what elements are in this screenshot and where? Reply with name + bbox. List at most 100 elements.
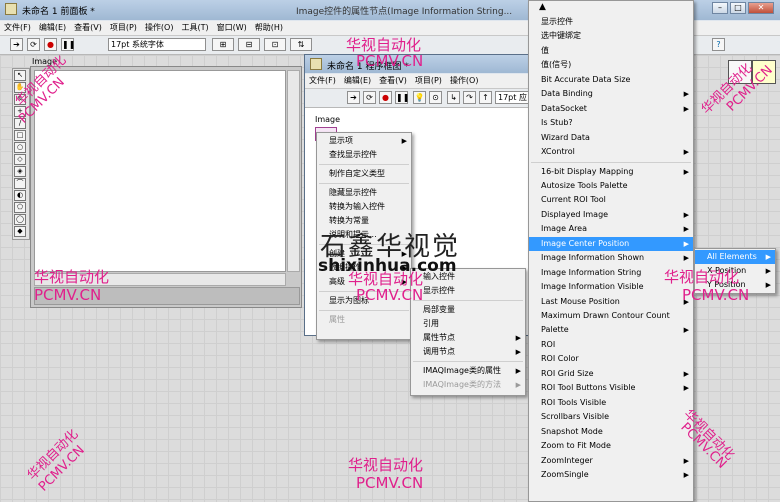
menu-item[interactable]: IMAQImage类的属性 ▶ xyxy=(411,364,525,378)
tool-palette-button[interactable]: □ xyxy=(14,130,26,141)
menu-item[interactable]: 操作(O) xyxy=(141,21,178,33)
menu-item[interactable]: 窗口(W) xyxy=(213,21,251,33)
menu-item[interactable]: Image Information Shown ▶ xyxy=(529,251,693,265)
menu-item[interactable]: ZoomSingle ▶ xyxy=(529,468,693,482)
menu-item[interactable]: Snapshot Mode xyxy=(529,425,693,439)
menu-item[interactable]: Wizard Data xyxy=(529,131,693,145)
menu-item[interactable]: 查看(V) xyxy=(375,74,411,86)
menu-item[interactable]: 项目(P) xyxy=(106,21,141,33)
menu-item[interactable]: XControl ▶ xyxy=(529,145,693,159)
font-select[interactable]: 17pt 系统字体 xyxy=(108,38,206,51)
vertical-scrollbar[interactable] xyxy=(287,70,300,272)
bd-run-continuously-icon[interactable]: ⟳ xyxy=(363,91,376,104)
run-arrow-icon[interactable]: ➔ xyxy=(10,38,23,51)
tool-palette-button[interactable]: ○ xyxy=(14,142,26,153)
minimize-button[interactable]: – xyxy=(712,2,728,14)
menu-item[interactable]: Zoom to Fit Mode xyxy=(529,439,693,453)
step-out-icon[interactable]: ↑ xyxy=(479,91,492,104)
menu-item[interactable]: 项目(P) xyxy=(411,74,446,86)
menu-item[interactable]: 值 xyxy=(529,44,693,58)
close-button[interactable]: ✕ xyxy=(748,2,774,14)
menu-item[interactable]: Current ROI Tool xyxy=(529,193,693,207)
scroll-up-arrow-icon[interactable]: ▲ xyxy=(539,2,546,12)
menu-separator xyxy=(319,183,409,184)
watermark-cn: 华视自动化 xyxy=(664,268,740,286)
pause-icon[interactable]: ❚❚ xyxy=(61,38,75,51)
tool-palette-button[interactable]: ◈ xyxy=(14,166,26,177)
menu-item[interactable]: Displayed Image ▶ xyxy=(529,208,693,222)
menu-item[interactable]: 调用节点 ▶ xyxy=(411,345,525,359)
tool-palette-button[interactable]: ◐ xyxy=(14,190,26,201)
menu-item[interactable]: 编辑(E) xyxy=(340,74,375,86)
bd-abort-icon[interactable]: ● xyxy=(379,91,392,104)
bd-pause-icon[interactable]: ❚❚ xyxy=(395,91,409,104)
block-diagram-title-bar[interactable]: 未命名 1 程序框图 * xyxy=(305,55,543,73)
menu-item[interactable]: Autosize Tools Palette xyxy=(529,179,693,193)
menu-item-label: Bit Accurate Data Size xyxy=(541,74,631,84)
menu-item[interactable]: 操作(O) xyxy=(446,74,483,86)
distribute-objects-icon[interactable]: ⊟ xyxy=(238,38,260,51)
menu-item[interactable]: Is Stub? xyxy=(529,116,693,130)
menu-item[interactable]: 隐藏显示控件 xyxy=(317,186,411,200)
menu-separator xyxy=(413,361,523,362)
menu-item[interactable]: 引用 xyxy=(411,317,525,331)
menu-item[interactable]: 显示控件 xyxy=(411,284,525,298)
menu-item[interactable]: 选中键绑定 xyxy=(529,29,693,43)
align-objects-icon[interactable]: ⊞ xyxy=(212,38,234,51)
menu-item[interactable]: Bit Accurate Data Size xyxy=(529,73,693,87)
highlight-execution-icon[interactable]: 💡 xyxy=(413,91,426,104)
retain-wire-values-icon[interactable]: ⊙ xyxy=(429,91,442,104)
menu-item[interactable]: 查找显示控件 xyxy=(317,148,411,162)
menu-item[interactable]: 属性 xyxy=(317,313,411,327)
menu-item[interactable]: 文件(F) xyxy=(305,74,340,86)
bd-run-arrow-icon[interactable]: ➔ xyxy=(347,91,360,104)
help-icon[interactable]: ? xyxy=(712,38,725,51)
menu-item-label: 显示控件 xyxy=(423,286,455,295)
run-continuously-icon[interactable]: ⟳ xyxy=(27,38,40,51)
menu-item[interactable]: 制作自定义类型 xyxy=(317,167,411,181)
menu-item-label: 调用节点 xyxy=(423,347,455,356)
menu-item[interactable]: 显示项 ▶ xyxy=(317,134,411,148)
step-over-icon[interactable]: ↷ xyxy=(463,91,476,104)
menu-item[interactable]: ROI Color xyxy=(529,352,693,366)
menu-item[interactable]: ROI Grid Size ▶ xyxy=(529,367,693,381)
menu-item[interactable]: ROI xyxy=(529,338,693,352)
menu-item[interactable]: 16-bit Display Mapping ▶ xyxy=(529,165,693,179)
menu-item[interactable]: 查看(V) xyxy=(70,21,106,33)
tool-palette-button[interactable]: ⌒ xyxy=(14,178,26,189)
reorder-icon[interactable]: ⇅ xyxy=(290,38,312,51)
menu-item[interactable]: Image Center Position ▶ xyxy=(529,236,693,251)
menu-item[interactable]: Maximum Drawn Contour Count xyxy=(529,309,693,323)
menu-item[interactable]: ZoomInteger ▶ xyxy=(529,454,693,468)
tool-palette-button[interactable]: ◯ xyxy=(14,214,26,225)
menu-item[interactable]: 工具(T) xyxy=(177,21,212,33)
menu-item[interactable]: ROI Tools Visible xyxy=(529,396,693,410)
tool-palette-button[interactable]: ◇ xyxy=(14,154,26,165)
image-display-viewport[interactable] xyxy=(34,70,286,272)
menu-item[interactable]: 帮助(H) xyxy=(251,21,287,33)
menu-item[interactable]: Last Mouse Position ▶ xyxy=(529,295,693,309)
resize-objects-icon[interactable]: ⊡ xyxy=(264,38,286,51)
menu-item[interactable]: 值(信号) xyxy=(529,58,693,72)
step-into-icon[interactable]: ↳ xyxy=(447,91,460,104)
menu-item[interactable]: ROI Tool Buttons Visible ▶ xyxy=(529,381,693,395)
tool-palette-button[interactable]: ⬠ xyxy=(14,202,26,213)
window-title: 未命名 1 前面板 * xyxy=(22,7,95,17)
menu-item[interactable]: Data Binding ▶ xyxy=(529,87,693,101)
menu-item[interactable]: Palette ▶ xyxy=(529,323,693,337)
menu-item[interactable]: Scrollbars Visible xyxy=(529,410,693,424)
menu-item[interactable]: 显示控件 xyxy=(529,15,693,29)
menu-item[interactable]: Image Area ▶ xyxy=(529,222,693,236)
menu-item[interactable]: 局部变量 xyxy=(411,303,525,317)
menu-item[interactable]: 编辑(E) xyxy=(35,21,70,33)
maximize-button[interactable]: □ xyxy=(730,2,746,14)
tool-palette-button[interactable]: ↖ xyxy=(14,70,26,81)
menu-item[interactable]: IMAQImage类的方法 ▶ xyxy=(411,378,525,392)
menu-item[interactable]: 属性节点 ▶ xyxy=(411,331,525,345)
menu-item[interactable]: 转换为输入控件 xyxy=(317,200,411,214)
partial-window-title: Image控件的属性节点(Image Information String... xyxy=(296,7,513,17)
menu-item[interactable]: 文件(F) xyxy=(0,21,35,33)
menu-item[interactable]: All Elements ▶ xyxy=(695,250,775,264)
menu-item[interactable]: DataSocket ▶ xyxy=(529,102,693,116)
tool-palette-button[interactable]: ◆ xyxy=(14,226,26,237)
